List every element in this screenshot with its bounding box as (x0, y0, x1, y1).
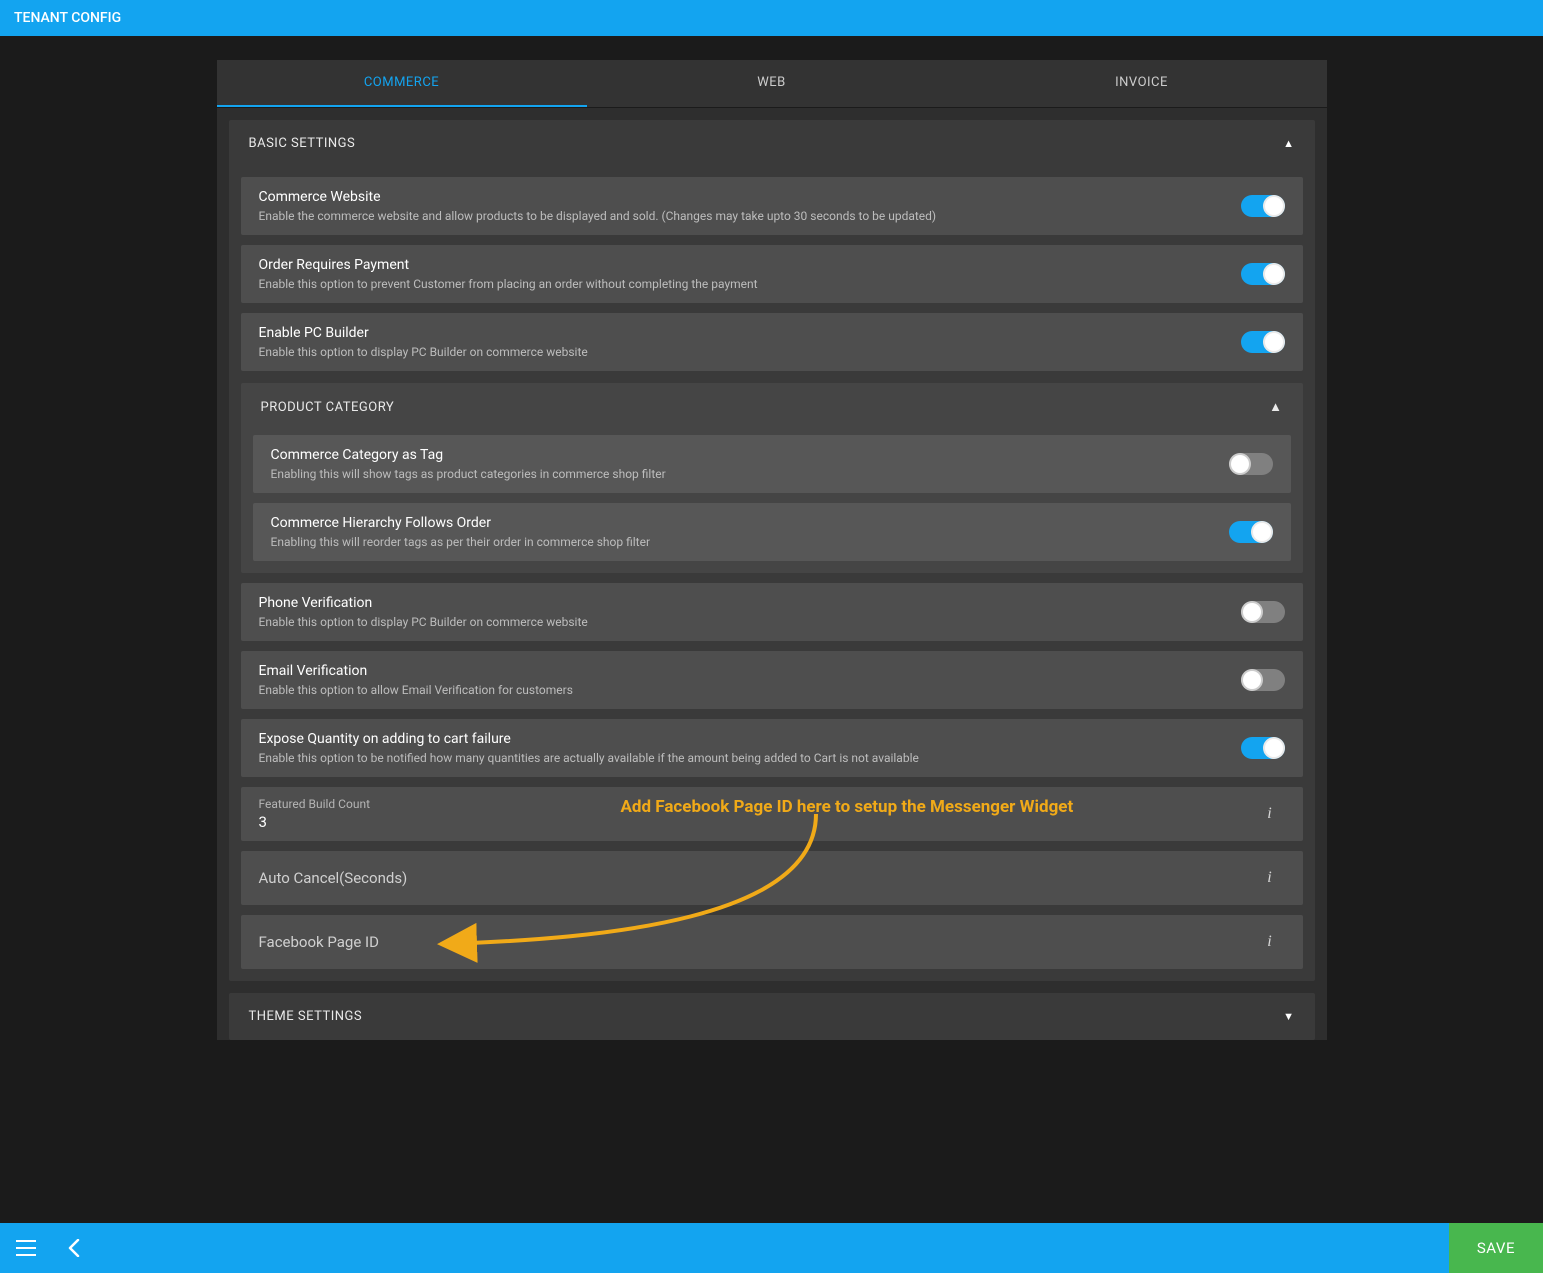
setting-desc: Enabling this will reorder tags as per t… (271, 535, 1213, 549)
section-basic: BASIC SETTINGS ▲ Commerce Website Enable… (229, 120, 1315, 981)
setting-title: Email Verification (259, 663, 1225, 679)
setting-title: Commerce Category as Tag (271, 447, 1213, 463)
toggle-expose-quantity[interactable] (1241, 737, 1285, 759)
save-button[interactable]: SAVE (1449, 1223, 1543, 1273)
setting-title: Commerce Website (259, 189, 1225, 205)
toggle-commerce-website[interactable] (1241, 195, 1285, 217)
subsection-product-category: PRODUCT CATEGORY ▲ Commerce Category as … (241, 383, 1303, 573)
toggle-email-verification[interactable] (1241, 669, 1285, 691)
tabs: COMMERCE WEB INVOICE (217, 60, 1327, 108)
setting-title: Phone Verification (259, 595, 1225, 611)
setting-row-phone-verification: Phone Verification Enable this option to… (241, 583, 1303, 641)
subsection-header[interactable]: PRODUCT CATEGORY ▲ (253, 383, 1291, 425)
setting-row-email-verification: Email Verification Enable this option to… (241, 651, 1303, 709)
setting-desc: Enable this option to display PC Builder… (259, 615, 1225, 629)
chevron-down-icon: ▼ (1283, 1010, 1294, 1023)
setting-desc: Enable this option to prevent Customer f… (259, 277, 1225, 291)
input-featured-build-count[interactable]: Featured Build Count 3 i Add Facebook Pa… (241, 787, 1303, 841)
input-label: Auto Cancel(Seconds) (259, 861, 1245, 895)
toggle-pc-builder[interactable] (1241, 331, 1285, 353)
input-facebook-page-id[interactable]: Facebook Page ID i (241, 915, 1303, 969)
section-theme-header[interactable]: THEME SETTINGS ▼ (229, 993, 1315, 1040)
info-icon[interactable]: i (1255, 927, 1285, 957)
toggle-hierarchy-follows-order[interactable] (1229, 521, 1273, 543)
menu-icon[interactable] (12, 1234, 40, 1262)
section-title: BASIC SETTINGS (249, 136, 356, 151)
setting-row-commerce-website: Commerce Website Enable the commerce web… (241, 177, 1303, 235)
tab-invoice[interactable]: INVOICE (957, 60, 1327, 107)
chevron-up-icon: ▲ (1269, 399, 1282, 415)
subsection-title: PRODUCT CATEGORY (261, 400, 395, 415)
back-icon[interactable] (60, 1234, 88, 1262)
setting-row-expose-quantity: Expose Quantity on adding to cart failur… (241, 719, 1303, 777)
setting-row-category-as-tag: Commerce Category as Tag Enabling this w… (253, 435, 1291, 493)
setting-desc: Enable this option to be notified how ma… (259, 751, 1225, 765)
toggle-phone-verification[interactable] (1241, 601, 1285, 623)
bottombar: SAVE (0, 1223, 1543, 1273)
page-title: TENANT CONFIG (14, 10, 121, 26)
setting-row-order-requires-payment: Order Requires Payment Enable this optio… (241, 245, 1303, 303)
setting-row-hierarchy-follows-order: Commerce Hierarchy Follows Order Enablin… (253, 503, 1291, 561)
info-icon[interactable]: i (1255, 799, 1285, 829)
setting-title: Commerce Hierarchy Follows Order (271, 515, 1213, 531)
setting-desc: Enable this option to allow Email Verifi… (259, 683, 1225, 697)
section-title: THEME SETTINGS (249, 1009, 363, 1024)
tab-commerce[interactable]: COMMERCE (217, 60, 587, 107)
main-panel: COMMERCE WEB INVOICE BASIC SETTINGS ▲ Co… (207, 60, 1337, 1142)
setting-desc: Enable this option to display PC Builder… (259, 345, 1225, 359)
input-value: 3 (259, 813, 1245, 831)
setting-title: Order Requires Payment (259, 257, 1225, 273)
setting-desc: Enable the commerce website and allow pr… (259, 209, 1225, 223)
setting-row-pc-builder: Enable PC Builder Enable this option to … (241, 313, 1303, 371)
setting-title: Expose Quantity on adding to cart failur… (259, 731, 1225, 747)
input-label: Featured Build Count (259, 797, 1245, 811)
input-auto-cancel-seconds[interactable]: Auto Cancel(Seconds) i (241, 851, 1303, 905)
section-theme: THEME SETTINGS ▼ (229, 993, 1315, 1040)
toggle-category-as-tag[interactable] (1229, 453, 1273, 475)
tab-web[interactable]: WEB (587, 60, 957, 107)
info-icon[interactable]: i (1255, 863, 1285, 893)
chevron-up-icon: ▲ (1283, 137, 1294, 150)
input-label: Facebook Page ID (259, 925, 1245, 959)
topbar: TENANT CONFIG (0, 0, 1543, 36)
setting-desc: Enabling this will show tags as product … (271, 467, 1213, 481)
section-basic-header[interactable]: BASIC SETTINGS ▲ (229, 120, 1315, 167)
toggle-order-requires-payment[interactable] (1241, 263, 1285, 285)
setting-title: Enable PC Builder (259, 325, 1225, 341)
